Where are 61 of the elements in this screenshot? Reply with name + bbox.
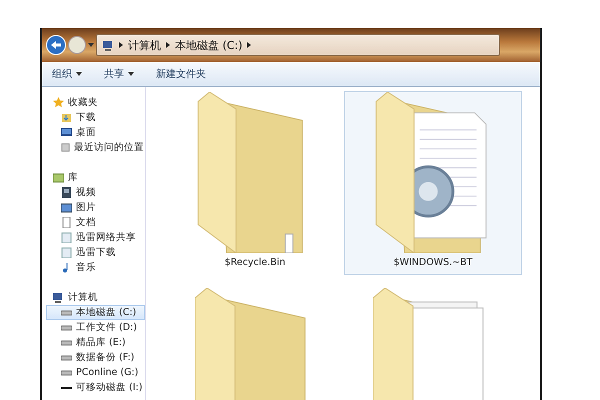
chevron-icon [247,42,252,48]
toolbar-button[interactable]: 组织 [52,65,82,83]
nav-label: 精品库 (E:) [76,336,126,349]
chevron-icon [119,42,123,48]
nav-item[interactable]: 桌面 [46,125,145,140]
nav-item[interactable]: 图片 [46,200,145,215]
star-icon [53,97,64,108]
nav-item[interactable]: 下载 [46,110,145,125]
nav-label: 可移动磁盘 (I:) [76,381,142,394]
computer-icon [53,292,64,303]
nav-item[interactable]: PConline (G:) [46,365,145,380]
nav-label: 计算机 [68,291,98,304]
nav-item[interactable]: 库 [46,170,145,185]
nav-label: 迅雷网络共享 [76,231,136,244]
library-icon [53,172,64,183]
nav-label: 工作文件 (D:) [76,321,137,334]
nav-label: 桌面 [76,126,96,139]
nav-label: 迅雷下载 [76,246,116,259]
computer-icon [103,40,114,50]
video-icon [61,187,72,198]
nav-item[interactable]: 最近访问的位置 [46,140,145,155]
nav-label: 图片 [76,201,96,214]
document-icon [61,217,72,228]
nav-label: 收藏夹 [68,96,98,109]
toolbar-button[interactable]: 新建文件夹 [156,65,206,83]
nav-label: 文档 [76,216,96,229]
nav-label: 库 [68,171,78,184]
nav-item[interactable]: 可移动磁盘 (I:) [46,380,145,395]
nav-item[interactable]: 数据备份 (F:) [46,350,145,365]
nav-item[interactable]: 文档 [46,215,145,230]
chevron-icon [166,42,170,48]
nav-item[interactable]: 收藏夹 [46,95,145,110]
forward-button[interactable] [68,36,86,54]
desktop-icon [61,127,72,138]
download-folder-icon [61,112,72,123]
caret-icon [88,43,94,47]
address-field[interactable]: 计算机 本地磁盘 (C:) [96,34,500,56]
folder-name: $Recycle.Bin [224,257,286,268]
nav-item[interactable]: 计算机 [46,290,145,305]
breadcrumb-item[interactable]: 本地磁盘 (C:) [175,38,242,52]
nav-label: PConline (G:) [76,367,138,378]
nav-label: 本地磁盘 (C:) [76,306,136,319]
toolbar-button[interactable]: 共享 [104,65,134,83]
nav-item[interactable]: 工作文件 (D:) [46,320,145,335]
nav-item[interactable]: 音乐 [46,260,145,275]
nav-item[interactable]: 迅雷下载 [46,245,145,260]
breadcrumb-item[interactable]: 计算机 [128,38,161,52]
picture-icon [61,202,72,213]
folder-name: $WINDOWS.~BT [394,257,472,268]
nav-label: 音乐 [76,261,96,274]
nav-label: 下载 [76,111,96,124]
nav-item[interactable]: 视频 [46,185,145,200]
nav-item[interactable]: 精品库 (E:) [46,335,145,350]
back-button[interactable] [46,35,66,55]
folder-tile[interactable]: $Recycle.Bin [166,91,344,275]
nav-item[interactable]: 迅雷网络共享 [46,230,145,245]
folder-tile[interactable]: $WINDOWS.~BT [344,91,522,275]
nav-label: 数据备份 (F:) [76,351,134,364]
nav-label: 视频 [76,186,96,199]
nav-label: 最近访问的位置 [74,141,144,154]
nav-item[interactable]: 本地磁盘 (C:) [46,305,145,320]
